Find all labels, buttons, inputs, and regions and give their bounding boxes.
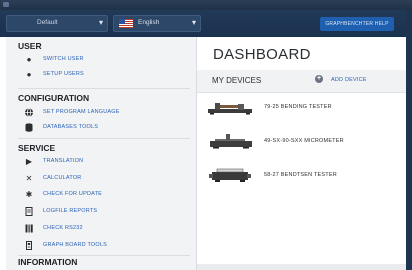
sidebar-item-label: DATABASES TOOLS <box>43 124 99 130</box>
page-title: DASHBOARD <box>213 46 311 63</box>
section-divider <box>18 255 190 256</box>
device-label: 49-SX-90-SXX MICROMETER <box>264 138 344 144</box>
play-icon: ▶ <box>25 157 33 166</box>
chevron-down-icon: ▾ <box>191 18 196 27</box>
section-divider <box>18 88 190 89</box>
user-select[interactable]: Default ▾ <box>6 15 108 32</box>
device-item-bendtsen-tester[interactable]: 58-27 BENDTSEN TESTER <box>205 167 395 185</box>
section-heading-information: INFORMATION <box>18 257 78 267</box>
flag-icon <box>119 19 133 28</box>
gear-icon: ✱ <box>25 190 33 199</box>
sidebar: USER ● SWITCH USER ● SETUP USERS CONFIGU… <box>6 37 197 270</box>
section-heading-service: SERVICE <box>18 143 56 153</box>
sidebar-item-label: CHECK RS232 <box>43 225 83 231</box>
sidebar-item-label: CHECK FOR UPDATE <box>43 191 103 197</box>
device-label: 58-27 BENDTSEN TESTER <box>264 172 337 178</box>
users-icon: ● <box>26 70 32 79</box>
document-icon <box>24 207 34 216</box>
calculator-icon: ✕ <box>25 174 33 183</box>
title-bar <box>0 0 412 10</box>
devices-header: MY DEVICES + ADD DEVICE <box>197 70 406 93</box>
user-icon: ● <box>26 55 32 64</box>
devices-label: MY DEVICES <box>212 76 262 85</box>
section-heading-user: USER <box>18 41 42 51</box>
section-divider <box>18 138 190 139</box>
help-button[interactable]: GRAPHBENCHTER HELP <box>320 17 394 31</box>
sidebar-item-label: SWITCH USER <box>43 56 84 62</box>
bendtsen-tester-icon <box>205 167 255 183</box>
user-select-value: Default <box>37 19 58 26</box>
window-edge <box>406 10 412 270</box>
device-item-micrometer[interactable]: 49-SX-90-SXX MICROMETER <box>205 133 395 151</box>
main-panel: DASHBOARD MY DEVICES + ADD DEVICE 79-25 … <box>197 37 406 270</box>
bending-tester-icon <box>205 99 255 115</box>
device-label: 79-25 BENDING TESTER <box>264 104 332 110</box>
sidebar-item-label: SET PROGRAM LANGUAGE <box>43 109 120 115</box>
app-icon <box>3 2 9 7</box>
add-device-link[interactable]: ADD DEVICE <box>331 77 367 83</box>
language-select-value: English <box>138 19 160 26</box>
sidebar-item-label: LOGFILE REPORTS <box>43 208 98 214</box>
sidebar-item-label: SETUP USERS <box>43 71 84 77</box>
add-device-icon[interactable]: + <box>315 75 323 83</box>
sidebar-item-label: GRAPH BOARD TOOLS <box>43 242 108 248</box>
language-select[interactable]: English ▾ <box>113 15 201 32</box>
device-item-bending-tester[interactable]: 79-25 BENDING TESTER <box>205 99 395 117</box>
sidebar-item-label: CALCULATOR <box>43 175 82 181</box>
globe-icon <box>24 108 34 117</box>
bottom-strip <box>197 264 406 270</box>
sidebar-item-label: TRANSLATION <box>43 158 84 164</box>
port-icon <box>24 224 34 233</box>
database-icon <box>24 123 34 132</box>
section-heading-configuration: CONFIGURATION <box>18 93 90 103</box>
board-icon <box>24 241 34 250</box>
chevron-down-icon: ▾ <box>98 18 103 27</box>
micrometer-icon <box>205 133 255 149</box>
